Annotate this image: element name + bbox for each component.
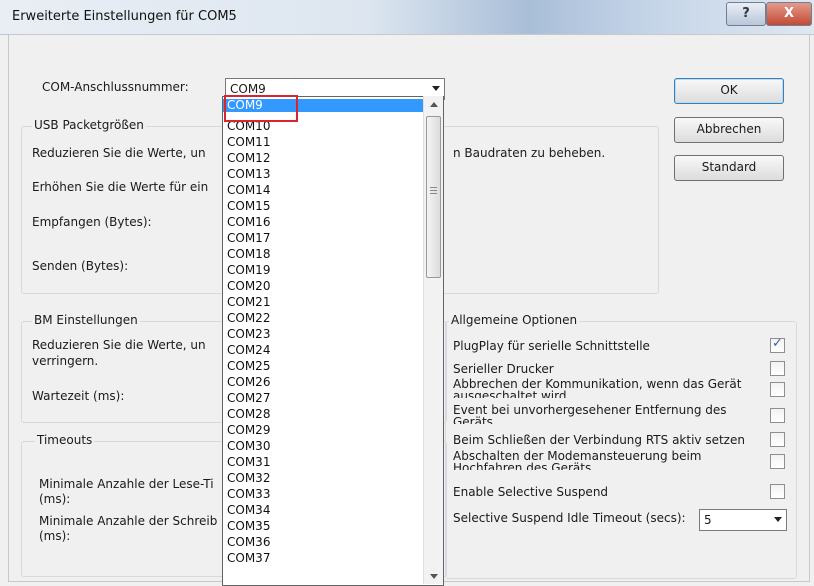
dropdown-item[interactable]: COM25	[223, 360, 423, 373]
dropdown-item[interactable]: COM15	[223, 200, 423, 213]
send-label: Senden (Bytes):	[32, 259, 129, 273]
usb-group-title: USB Packetgrößen	[32, 118, 146, 132]
dropdown-item[interactable]: COM37	[223, 552, 423, 565]
option-checkbox-cancel-on-poweroff[interactable]	[770, 382, 785, 397]
write-timeout-unit: (ms):	[39, 529, 71, 543]
option-label-surprise-removal: Event bei unvorhergesehener Entfernung d…	[453, 404, 727, 424]
close-button[interactable]: X	[766, 2, 812, 26]
dropdown-item[interactable]: COM33	[223, 488, 423, 501]
grip-line	[430, 193, 437, 194]
timeouts-group-title: Timeouts	[35, 433, 95, 447]
dropdown-item[interactable]: COM31	[223, 456, 423, 469]
dropdown-item[interactable]: COM18	[223, 248, 423, 261]
write-timeout-label: Minimale Anzahle der Schreib	[39, 514, 218, 528]
scrollbar-thumb[interactable]	[426, 116, 441, 278]
option-label-disable-modem: Abschalten der Modemansteuerung beim Hoc…	[453, 450, 702, 470]
help-icon: ?	[742, 6, 750, 21]
ok-button[interactable]: OK	[674, 78, 784, 104]
option-checkbox-disable-modem[interactable]	[770, 454, 785, 469]
cancel-button[interactable]: Abbrechen	[674, 117, 784, 143]
dropdown-item[interactable]: COM12	[223, 152, 423, 165]
window-title: Erweiterte Einstellungen für COM5	[12, 9, 237, 24]
option-label-serial-printer: Serieller Drucker	[453, 362, 554, 376]
option-checkbox-plugplay[interactable]	[770, 336, 785, 353]
dropdown-item[interactable]: COM35	[223, 520, 423, 533]
general-group-title: Allgemeine Optionen	[449, 313, 580, 327]
grip-line	[430, 187, 437, 188]
dropdown-item[interactable]: COM28	[223, 408, 423, 421]
dropdown-item[interactable]: COM36	[223, 536, 423, 549]
dropdown-item[interactable]: COM21	[223, 296, 423, 309]
idle-timeout-label: Selective Suspend Idle Timeout (secs):	[453, 511, 686, 525]
title-bar: Erweiterte Einstellungen für COM5 ? X	[0, 0, 814, 35]
close-icon: X	[783, 6, 795, 21]
dropdown-item[interactable]: COM23	[223, 328, 423, 341]
dropdown-item[interactable]: COM17	[223, 232, 423, 245]
chevron-down-icon	[432, 86, 440, 91]
usb-desc-line2: Erhöhen Sie die Werte für ein	[32, 180, 209, 194]
idle-timeout-select[interactable]: 5	[699, 509, 787, 531]
dropdown-item[interactable]: COM19	[223, 264, 423, 277]
receive-label: Empfangen (Bytes):	[32, 215, 152, 229]
option-checkbox-selective-suspend[interactable]	[770, 484, 785, 499]
dropdown-item[interactable]: COM20	[223, 280, 423, 293]
port-label: COM-Anschlussnummer:	[42, 80, 189, 94]
dropdown-item[interactable]: COM30	[223, 440, 423, 453]
help-button[interactable]: ?	[726, 2, 766, 26]
option-checkbox-surprise-removal[interactable]	[770, 408, 785, 423]
latency-label: Wartezeit (ms):	[32, 389, 125, 403]
dropdown-item[interactable]: COM13	[223, 168, 423, 181]
scroll-up-icon[interactable]	[424, 96, 443, 112]
read-timeout-label: Minimale Anzahle der Lese-Ti	[39, 477, 214, 491]
dropdown-item[interactable]: COM22	[223, 312, 423, 325]
port-dropdown-list[interactable]: COM9 COM10 COM11 COM12 COM13 COM14 COM15…	[222, 96, 444, 586]
dropdown-item[interactable]: COM27	[223, 392, 423, 405]
dropdown-item[interactable]: COM24	[223, 344, 423, 357]
option-checkbox-serial-printer[interactable]	[770, 361, 785, 376]
option-label-rts-on-close: Beim Schließen der Verbindung RTS aktiv …	[453, 433, 745, 447]
default-button[interactable]: Standard	[674, 155, 784, 181]
scroll-down-icon[interactable]	[424, 568, 443, 584]
dropdown-item[interactable]: COM26	[223, 376, 423, 389]
dropdown-scrollbar[interactable]	[423, 96, 443, 584]
chevron-down-icon	[774, 517, 782, 522]
option-label-plugplay: PlugPlay für serielle Schnittstelle	[453, 339, 650, 353]
option-label-cancel-on-poweroff: Abbrechen der Kommunikation, wenn das Ge…	[453, 378, 742, 398]
usb-desc-right: n Baudraten zu beheben.	[453, 146, 606, 160]
read-timeout-unit: (ms):	[39, 492, 71, 506]
bm-desc-line1: Reduzieren Sie die Werte, un	[32, 338, 206, 352]
usb-desc-left: Reduzieren Sie die Werte, un	[32, 146, 206, 160]
dropdown-item[interactable]: COM34	[223, 504, 423, 517]
dropdown-item[interactable]: COM11	[223, 136, 423, 149]
dropdown-item[interactable]: COM16	[223, 216, 423, 229]
bm-desc-line2: verringern.	[32, 354, 99, 368]
selection-highlight-box	[224, 95, 298, 122]
dropdown-item[interactable]: COM29	[223, 424, 423, 437]
option-checkbox-rts-on-close[interactable]	[770, 432, 785, 447]
dropdown-item[interactable]: COM14	[223, 184, 423, 197]
bm-group-title: BM Einstellungen	[32, 313, 140, 327]
port-select-value: COM9	[230, 82, 266, 96]
option-label-selective-suspend: Enable Selective Suspend	[453, 485, 609, 499]
dropdown-item[interactable]: COM32	[223, 472, 423, 485]
grip-line	[430, 190, 437, 191]
idle-timeout-value: 5	[704, 513, 712, 527]
